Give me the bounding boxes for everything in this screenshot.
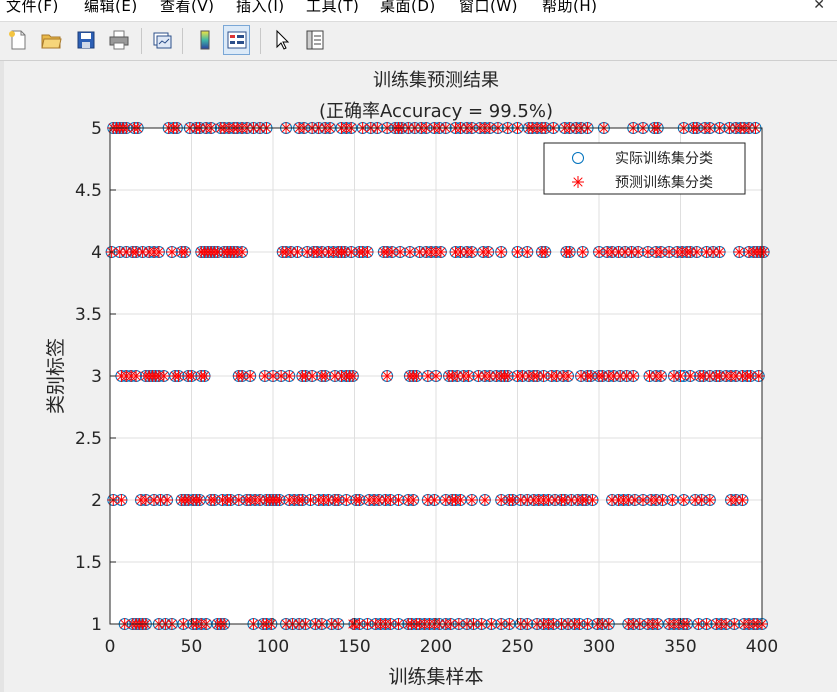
menu-edit[interactable]: 编辑(E)	[84, 0, 138, 16]
toolbar-separator	[141, 28, 142, 54]
predicted-point	[666, 494, 679, 506]
predicted-point	[713, 246, 726, 258]
print-icon[interactable]	[105, 25, 132, 55]
edit-plot-arrow-icon[interactable]	[268, 25, 295, 55]
x-tick-label: 250	[501, 637, 533, 657]
chart-subtitle: (正确率Accuracy = 99.5%)	[319, 101, 553, 122]
predicted-point	[539, 246, 552, 258]
predicted-point	[434, 246, 447, 258]
new-figure-icon[interactable]	[4, 25, 31, 55]
y-tick-label: 1.5	[75, 553, 102, 573]
figure-area: 0 50 100 150 200 250 300 350 400 1 1.5 2 2.5 3 3.5 4 4.…	[0, 61, 837, 692]
y-tick-label: 1	[91, 615, 102, 635]
predicted-point	[157, 370, 170, 382]
predicted-point	[381, 370, 394, 382]
predicted-point	[283, 370, 296, 382]
predicted-point	[465, 246, 478, 258]
x-tick-label: 300	[583, 637, 615, 657]
predicted-point	[198, 370, 211, 382]
predicted-point	[236, 246, 249, 258]
predicted-point	[677, 494, 690, 506]
predicted-point	[454, 494, 467, 506]
y-tick-label: 4.5	[75, 181, 102, 201]
predicted-point	[654, 370, 667, 382]
x-tick-label: 100	[257, 637, 289, 657]
predicted-point	[563, 246, 576, 258]
x-tick-label: 350	[664, 637, 696, 657]
predicted-point	[465, 494, 478, 506]
menu-window[interactable]: 窗口(W)	[459, 0, 518, 16]
y-tick-label: 4	[91, 243, 102, 263]
toolbar-separator	[260, 28, 261, 54]
x-tick-label: 400	[746, 637, 778, 657]
predicted-point	[586, 494, 599, 506]
property-inspector-icon[interactable]	[301, 25, 328, 55]
predicted-point	[703, 494, 716, 506]
predicted-point	[193, 494, 206, 506]
legend-entry-actual: 实际训练集分类	[615, 150, 713, 167]
predicted-point	[430, 370, 442, 382]
predicted-point	[346, 370, 359, 382]
insert-colorbar-icon[interactable]	[191, 25, 218, 55]
menu-tools[interactable]: 工具(T)	[306, 0, 359, 16]
predicted-point	[115, 494, 128, 506]
menu-file[interactable]: 文件(F)	[6, 0, 59, 16]
predicted-point	[576, 246, 589, 258]
menu-bar: 文件(F) 编辑(E) 查看(V) 插入(I) 工具(T) 桌面(D) 窗口(W…	[0, 0, 837, 22]
x-tick-label: 200	[420, 637, 452, 657]
legend-asterisk-marker	[572, 176, 584, 188]
predicted-point	[495, 246, 508, 258]
y-tick-label: 3	[91, 367, 102, 387]
open-file-icon[interactable]	[37, 25, 64, 55]
legend-entry-predicted: 预测训练集分类	[615, 174, 713, 191]
x-tick-label: 150	[338, 637, 370, 657]
predicted-point	[244, 370, 257, 382]
menu-insert[interactable]: 插入(I)	[236, 0, 285, 16]
scatter-chart[interactable]: 0 50 100 150 200 250 300 350 400 1 1.5 2 2.5 3 3.5 4 4.…	[0, 61, 837, 692]
predicted-point	[428, 494, 441, 506]
figure-toolbar	[0, 22, 837, 61]
x-tick-label: 50	[181, 637, 203, 657]
predicted-point	[482, 246, 495, 258]
predicted-point	[410, 370, 423, 382]
predicted-point	[407, 494, 420, 506]
close-icon[interactable]: ✕	[813, 0, 825, 13]
toolbar-separator	[182, 28, 183, 54]
predicted-point	[521, 246, 534, 258]
predicted-point	[478, 494, 491, 506]
legend[interactable]: 实际训练集分类 预测训练集分类	[543, 142, 746, 195]
predicted-point	[361, 246, 374, 258]
y-tick-label: 2	[91, 491, 102, 511]
menu-view[interactable]: 查看(V)	[160, 0, 214, 16]
insert-legend-icon[interactable]	[223, 25, 250, 55]
y-tick-label: 5	[91, 119, 102, 139]
predicted-point	[562, 370, 575, 382]
menu-desktop[interactable]: 桌面(D)	[380, 0, 436, 16]
x-tick-label: 0	[105, 637, 116, 657]
predicted-point	[152, 246, 165, 258]
x-axis-label: 训练集样本	[388, 666, 483, 688]
predicted-point	[161, 494, 174, 506]
y-tick-label: 3.5	[75, 305, 102, 325]
link-plot-icon[interactable]	[148, 25, 175, 55]
y-tick-label: 2.5	[75, 429, 102, 449]
predicted-point	[178, 246, 191, 258]
predicted-point	[627, 370, 640, 382]
predicted-point	[752, 370, 765, 382]
save-icon[interactable]	[72, 25, 99, 55]
menu-help[interactable]: 帮助(H)	[542, 0, 597, 16]
predicted-point	[736, 494, 749, 506]
y-axis-label: 类别标签	[45, 338, 67, 414]
chart-title: 训练集预测结果	[373, 70, 499, 91]
predicted-point	[757, 246, 770, 258]
